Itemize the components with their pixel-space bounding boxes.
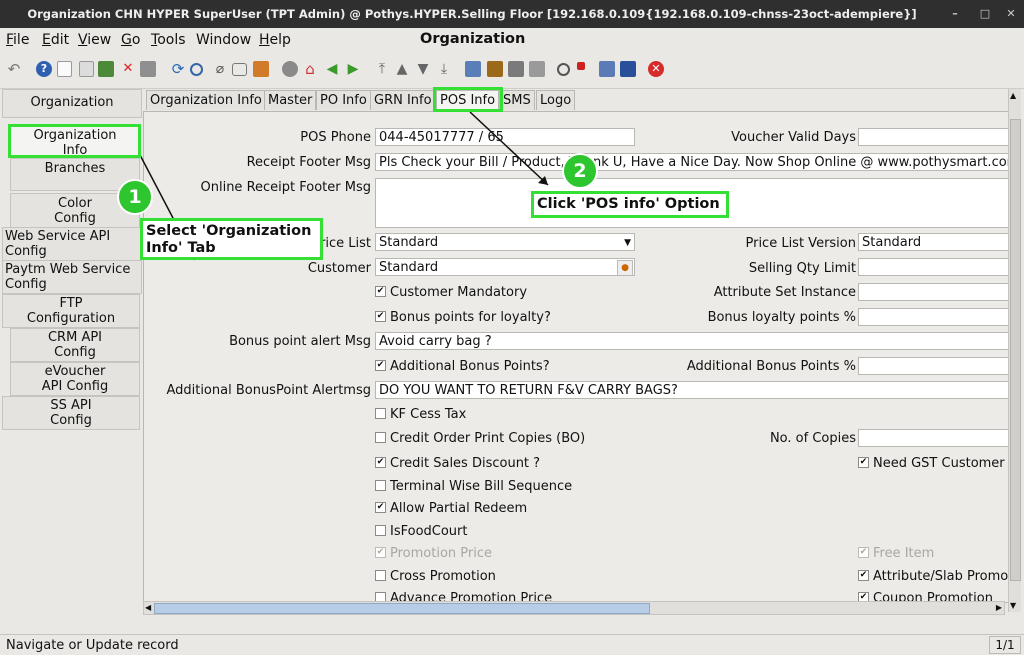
step1-badge: 1	[117, 179, 153, 215]
step2-badge: 2	[562, 153, 598, 189]
step1-label: Select 'Organization Info' Tab	[140, 218, 323, 260]
annotation-arrows	[139, 111, 549, 261]
step2-label: Click 'POS info' Option	[531, 191, 729, 218]
highlight-pos-info-tab	[433, 87, 503, 112]
arrow-step2	[469, 111, 549, 186]
highlight-organization-info	[8, 124, 141, 158]
